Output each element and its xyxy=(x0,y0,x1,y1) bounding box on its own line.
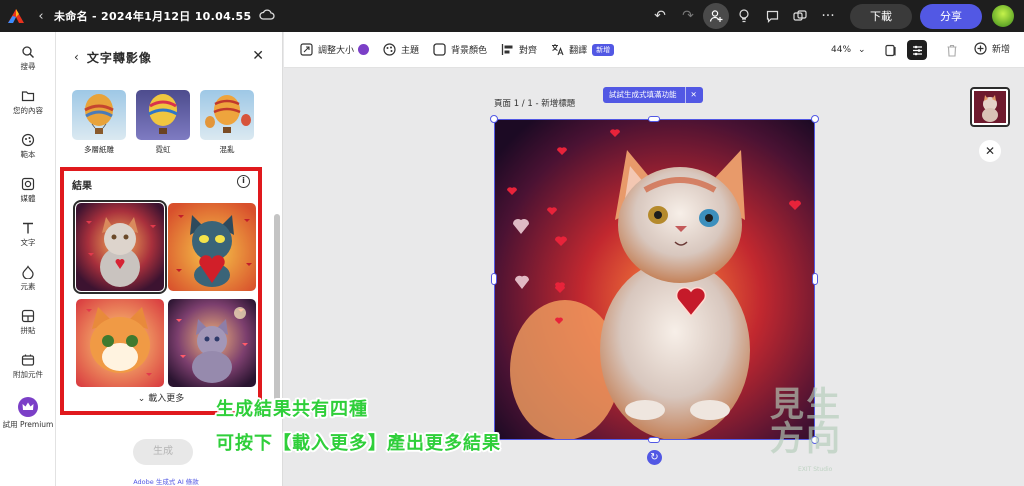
top-bar: ‹ 未命名 - 2024年1月12日 10.04.55 ↶ ↷ ··· 下載 分… xyxy=(0,0,1024,32)
panel-scrollbar[interactable] xyxy=(274,214,280,404)
addon-icon xyxy=(21,353,35,367)
redo-icon[interactable]: ↷ xyxy=(675,3,701,29)
zoom-chevron-icon[interactable]: ⌄ xyxy=(858,45,866,55)
more-icon[interactable]: ··· xyxy=(815,3,841,29)
rail-item-your-content[interactable]: 您的內容 xyxy=(0,89,56,116)
shapes-icon xyxy=(21,265,35,280)
back-icon[interactable]: ‹ xyxy=(74,50,79,64)
add-page-button[interactable]: 新增 xyxy=(974,42,1010,55)
results-heading: 結果 xyxy=(72,181,92,192)
resize-icon xyxy=(300,43,313,56)
generative-fill-pill[interactable]: 試試生成式填滿功能 ✕ xyxy=(603,87,703,103)
lightbulb-icon[interactable] xyxy=(731,3,757,29)
style-thumbnail xyxy=(72,90,126,140)
adobe-express-logo[interactable] xyxy=(0,0,32,32)
background-color-icon xyxy=(433,43,446,56)
rail-item-templates[interactable]: 範本 xyxy=(0,133,56,160)
grid-icon xyxy=(21,309,35,323)
rail-item-addons[interactable]: 附加元件 xyxy=(0,353,56,380)
rail-item-premium[interactable]: 試用 Premium xyxy=(0,397,56,430)
new-badge: 新增 xyxy=(592,43,615,56)
chevron-down-icon: ⌄ xyxy=(137,394,146,404)
result-image-1[interactable] xyxy=(73,200,167,294)
generate-button[interactable]: 生成 xyxy=(133,439,193,465)
cloud-sync-icon xyxy=(259,9,275,23)
translate-icon xyxy=(552,44,564,56)
resize-handle-top[interactable] xyxy=(648,116,660,122)
zoom-level[interactable]: 44% xyxy=(831,45,851,55)
duplicate-icon[interactable] xyxy=(787,3,813,29)
resize-handle-left[interactable] xyxy=(491,273,497,285)
resize-button[interactable]: 調整大小 xyxy=(300,43,370,56)
rail-item-elements[interactable]: 元素 xyxy=(0,265,56,292)
resize-handle-top-left[interactable] xyxy=(490,115,498,123)
close-icon[interactable]: ✕ xyxy=(979,140,1001,162)
invite-user-icon[interactable] xyxy=(703,3,729,29)
folder-icon xyxy=(21,89,35,103)
rail-item-text[interactable]: 文字 xyxy=(0,221,56,248)
text-icon xyxy=(21,221,35,235)
result-image-2[interactable] xyxy=(168,203,256,291)
canvas-toolbar: 調整大小 主題 背景顏色 對齊 翻譯 新增 44% ⌄ 新增 xyxy=(284,32,1024,68)
pages-icon[interactable] xyxy=(880,40,900,60)
terms-link[interactable]: Adobe 生成式 AI 條款 xyxy=(56,476,276,486)
style-option-paper-cut[interactable]: 多層紙雕 xyxy=(72,90,126,155)
results-section: 結果 i ⌄ 載入更多 xyxy=(60,167,262,415)
media-icon xyxy=(21,177,35,191)
panel-header: ‹ 文字轉影像 xyxy=(56,32,283,82)
theme-button[interactable]: 主題 xyxy=(383,43,419,56)
style-thumbnail xyxy=(136,90,190,140)
page-label[interactable]: 頁面 1 / 1 - 新增標題 xyxy=(494,97,575,109)
template-icon xyxy=(21,133,35,147)
comment-icon[interactable] xyxy=(759,3,785,29)
premium-crown-icon xyxy=(358,44,370,55)
document-title[interactable]: 未命名 - 2024年1月12日 10.04.55 xyxy=(54,8,251,24)
left-rail: 搜尋 您的內容 範本 媒體 文字 元素 拼貼 附加元件 試用 Premium xyxy=(0,32,56,486)
style-option-neon[interactable]: 霓虹 xyxy=(136,90,190,155)
palette-icon xyxy=(383,43,396,56)
resize-handle-top-right[interactable] xyxy=(811,115,819,123)
avatar[interactable] xyxy=(992,5,1014,27)
result-image-4[interactable] xyxy=(168,299,256,387)
resize-handle-bottom[interactable] xyxy=(648,437,660,443)
page-thumbnail[interactable] xyxy=(970,87,1010,127)
download-button[interactable]: 下載 xyxy=(850,3,912,29)
watermark: 見生 方向 xyxy=(770,385,842,459)
rotate-icon[interactable]: ↻ xyxy=(647,450,662,465)
rail-item-media[interactable]: 媒體 xyxy=(0,177,56,204)
close-icon[interactable]: ✕ xyxy=(684,87,697,103)
share-button[interactable]: 分享 xyxy=(920,3,982,29)
align-icon xyxy=(501,44,513,55)
panel-title: 文字轉影像 xyxy=(86,50,152,65)
rail-item-search[interactable]: 搜尋 xyxy=(0,45,56,72)
rail-item-collage[interactable]: 拼貼 xyxy=(0,309,56,336)
canvas-image[interactable] xyxy=(494,119,815,440)
close-icon[interactable]: ✕ xyxy=(252,48,264,64)
caption-line-1: 生成結果共有四種 xyxy=(216,399,368,420)
search-icon xyxy=(21,45,35,59)
resize-handle-right[interactable] xyxy=(812,273,818,285)
style-thumbnail xyxy=(200,90,254,140)
align-button[interactable]: 對齊 xyxy=(501,43,537,56)
back-icon[interactable]: ‹ xyxy=(32,9,50,24)
result-image-3[interactable] xyxy=(76,299,164,387)
undo-icon[interactable]: ↶ xyxy=(647,3,673,29)
crown-icon xyxy=(18,397,38,417)
caption-line-2: 可按下【載入更多】產出更多結果 xyxy=(216,433,501,454)
info-icon[interactable]: i xyxy=(237,175,250,188)
plus-circle-icon xyxy=(974,42,987,55)
style-option-chaos[interactable]: 混亂 xyxy=(200,90,254,155)
layers-icon[interactable] xyxy=(907,40,927,60)
translate-button[interactable]: 翻譯 新增 xyxy=(551,43,615,56)
watermark-sub: EXIT Studio xyxy=(798,466,833,473)
trash-icon[interactable] xyxy=(942,40,962,60)
background-color-button[interactable]: 背景顏色 xyxy=(433,43,487,56)
